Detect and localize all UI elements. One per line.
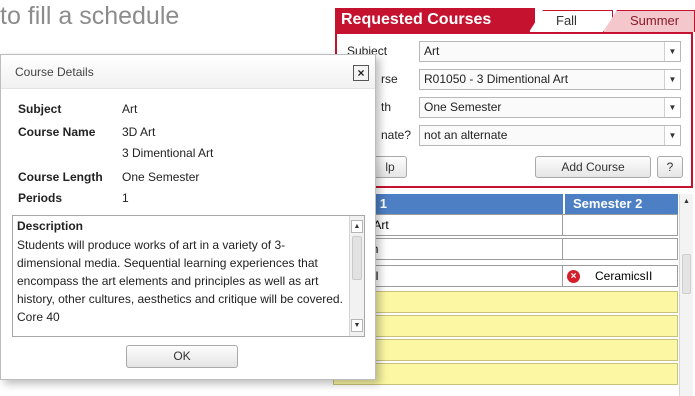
empty-schedule-row[interactable] [333,315,678,337]
subject-row: Subject Art ▼ [337,38,691,66]
alternate-select[interactable]: not an alternate ▼ [419,125,681,146]
scroll-up-icon[interactable]: ▲ [351,220,363,233]
chevron-down-icon[interactable]: ▼ [664,70,680,89]
empty-schedule-row[interactable] [333,363,678,385]
periods-value: 1 [122,191,129,205]
page-heading: to fill a schedule [0,2,180,30]
length-select[interactable]: One Semester ▼ [419,97,681,118]
scroll-thumb[interactable] [682,254,691,294]
periods-label: Periods [18,191,63,205]
empty-schedule-row[interactable] [333,291,678,313]
course-length-value: One Semester [122,170,200,184]
description-box[interactable]: Description Students will produce works … [12,215,365,337]
course-row: rse R01050 - 3 Dimentional Art ▼ [337,66,691,94]
semester-2-cell-text: CeramicsII [595,269,653,283]
close-icon[interactable]: × [353,65,369,81]
description-text: Students will produce works of art in a … [17,238,343,324]
scroll-up-icon[interactable]: ▲ [681,196,692,208]
empty-schedule-row[interactable] [333,339,678,361]
chevron-down-icon[interactable]: ▼ [664,126,680,145]
schedule-scrollbar[interactable]: ▲ [679,194,693,396]
course-length-label: Course Length [18,170,103,184]
alternate-row: nate? not an alternate ▼ [337,122,691,150]
add-course-button[interactable]: Add Course [535,156,651,178]
subject-select[interactable]: Art ▼ [419,41,681,62]
semester-2-cell[interactable] [562,239,677,259]
scroll-thumb[interactable] [352,236,362,280]
course-select[interactable]: R01050 - 3 Dimentional Art ▼ [419,69,681,90]
length-row: th One Semester ▼ [337,94,691,122]
question-button[interactable]: ? [657,156,683,178]
table-row[interactable]: lv. Orch [333,238,678,260]
tab-fall[interactable]: Fall [529,10,613,32]
subject-select-value: Art [424,44,440,58]
description-label: Description [17,219,84,233]
subject-label: Subject [18,102,62,116]
help-button[interactable]: lp [373,156,407,178]
course-label: rse [381,72,398,86]
requested-courses-title: Requested Courses [335,8,535,32]
course-name-label: Course Name [18,125,96,139]
requested-courses-header: Requested Courses Fall Summer [333,6,695,32]
schedule-grid: ester 1 Semester 2 PStdioArt lv. Orch ge… [333,194,695,396]
course-full-name-value: 3 Dimentional Art [122,146,214,160]
ok-button[interactable]: OK [126,345,238,368]
course-name-value: 3D Art [122,125,156,139]
tab-summer[interactable]: Summer [603,10,695,32]
semester-2-cell[interactable]: × CeramicsII [562,266,677,286]
semester-2-cell[interactable] [562,215,677,235]
length-select-value: One Semester [424,100,502,114]
alternate-label: nate? [381,128,412,142]
length-label: th [381,100,392,114]
remove-icon[interactable]: × [567,270,580,283]
chevron-down-icon[interactable]: ▼ [664,42,680,61]
table-row[interactable]: gebra II × CeramicsII [333,265,678,287]
requested-courses-panel: Requested Courses Fall Summer Subject Ar… [333,6,695,396]
description-scrollbar[interactable]: ▲ ▼ [349,216,364,336]
table-row[interactable]: PStdioArt [333,214,678,236]
course-select-value: R01050 - 3 Dimentional Art [424,72,569,86]
course-details-dialog: Course Details × Subject Art Course Name… [0,54,376,380]
dialog-title: Course Details [15,65,94,79]
dialog-titlebar[interactable]: Course Details × [1,55,375,89]
semester-2-header: Semester 2 [563,194,678,214]
schedule-header: ester 1 Semester 2 [333,194,678,214]
chevron-down-icon[interactable]: ▼ [664,98,680,117]
alternate-select-value: not an alternate [424,128,508,142]
course-request-form: Subject Art ▼ rse R01050 - 3 Dimentional… [335,32,693,188]
scroll-down-icon[interactable]: ▼ [351,319,363,332]
subject-value: Art [122,102,138,116]
